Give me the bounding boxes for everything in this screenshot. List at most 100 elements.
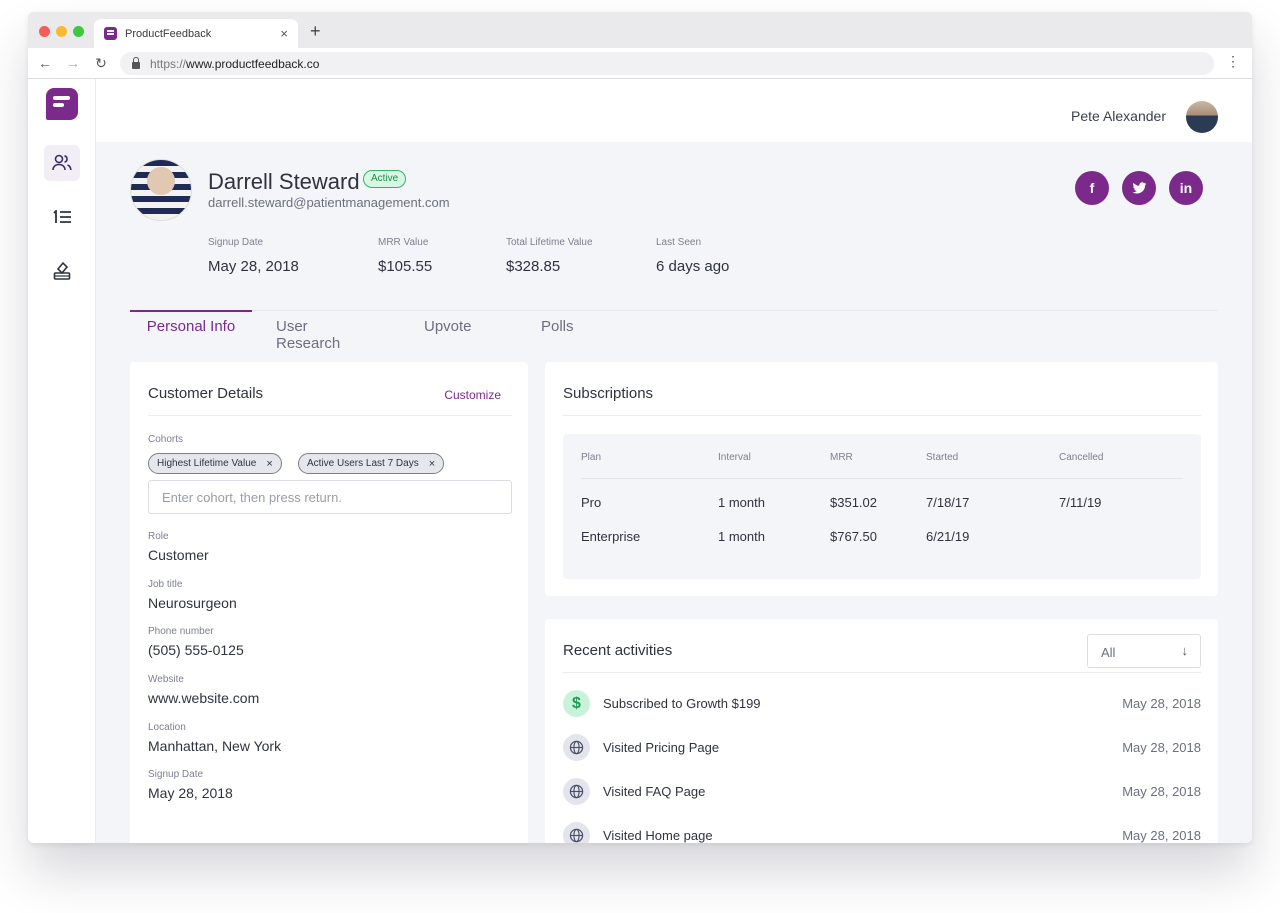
facebook-button[interactable]: f: [1075, 171, 1109, 205]
stat-value: $105.55: [378, 258, 433, 275]
website-label: Website: [148, 674, 184, 685]
card-title: Subscriptions: [563, 385, 654, 402]
signup-date-value: May 28, 2018: [148, 785, 233, 801]
twitter-button[interactable]: [1122, 171, 1156, 205]
table-cell: 7/11/19: [1059, 495, 1102, 510]
twitter-icon: [1132, 181, 1146, 194]
table-cell: Pro: [581, 495, 602, 510]
signup-date-label: Signup Date: [148, 769, 204, 780]
stat-lifetime-value: Total Lifetime Value $328.85: [506, 237, 593, 275]
globe-icon: [563, 734, 590, 761]
chip-label: Active Users Last 7 Days: [307, 458, 419, 469]
tab-title: ProductFeedback: [125, 27, 212, 40]
linkedin-button[interactable]: in: [1169, 171, 1203, 205]
chip-label: Highest Lifetime Value: [157, 458, 257, 469]
tab-close-icon[interactable]: ×: [280, 26, 288, 41]
card-title: Recent activities: [563, 642, 673, 659]
subscriptions-table: Plan Interval MRR Started Cancelled Pro …: [563, 434, 1201, 579]
browser-toolbar: ← → ↻ https:// www.productfeedback.co ⋮: [28, 48, 1252, 79]
tab-upvote[interactable]: Upvote: [424, 310, 472, 342]
table-cell: Enterprise: [581, 529, 641, 544]
card-divider: [563, 415, 1201, 416]
numbered-list-icon: [53, 210, 71, 223]
table-cell: 7/18/17: [926, 495, 970, 510]
tab-polls[interactable]: Polls: [541, 310, 574, 342]
cohort-chip: Highest Lifetime Value ×: [148, 453, 282, 474]
column-header: Plan: [581, 452, 602, 463]
linkedin-icon: in: [1179, 180, 1193, 196]
sidebar-item-voting[interactable]: [44, 253, 80, 289]
table-cell: 1 month: [718, 529, 765, 544]
activity-date: May 28, 2018: [1122, 740, 1201, 755]
arrow-down-icon: ↓: [1181, 643, 1189, 658]
table-header-divider: [581, 478, 1183, 479]
stat-label: Signup Date: [208, 237, 264, 248]
stat-mrr-value: MRR Value $105.55: [378, 237, 432, 275]
current-user-avatar[interactable]: [1186, 101, 1218, 133]
role-value: Customer: [148, 547, 209, 563]
current-user-name[interactable]: Pete Alexander: [1071, 108, 1166, 124]
browser-window: ProductFeedback × + ← → ↻ https:// www.p…: [28, 12, 1252, 843]
window-maximize-dot[interactable]: [73, 26, 84, 37]
stat-value: $328.85: [506, 258, 561, 275]
sidebar: [28, 79, 96, 843]
sidebar-item-users[interactable]: [44, 145, 80, 181]
app-logo[interactable]: [46, 88, 78, 120]
customize-link[interactable]: Customize: [444, 388, 501, 402]
sidebar-item-list[interactable]: [44, 199, 80, 235]
url-host: www.productfeedback.co: [186, 56, 320, 71]
lock-icon: [132, 57, 140, 69]
window-close-dot[interactable]: [39, 26, 50, 37]
card-divider: [148, 415, 512, 416]
activity-date: May 28, 2018: [1122, 696, 1201, 711]
table-cell: $767.50: [830, 529, 877, 544]
column-header: Cancelled: [1059, 452, 1104, 463]
column-header: MRR: [830, 452, 853, 463]
facebook-icon: f: [1089, 180, 1095, 196]
stat-label: Total Lifetime Value: [506, 237, 593, 248]
stat-value: May 28, 2018: [208, 258, 299, 275]
tab-user-research[interactable]: User Research: [276, 310, 340, 352]
activity-date: May 28, 2018: [1122, 784, 1201, 799]
favicon-icon: [104, 27, 117, 40]
reload-button[interactable]: ↻: [90, 52, 112, 74]
cohort-chip: Active Users Last 7 Days ×: [298, 453, 445, 474]
phone-value: (505) 555-0125: [148, 642, 244, 658]
profile-email[interactable]: darrell.steward@patientmanagement.com: [208, 195, 450, 210]
window-minimize-dot[interactable]: [56, 26, 67, 37]
filter-value: All: [1101, 645, 1116, 660]
globe-icon: [563, 822, 590, 843]
cohorts-label: Cohorts: [148, 434, 184, 445]
browser-menu-icon[interactable]: ⋮: [1226, 54, 1240, 68]
stat-label: Last Seen: [656, 237, 702, 248]
activity-text: Visited Home page: [603, 828, 713, 843]
location-value: Manhattan, New York: [148, 738, 282, 754]
activity-date: May 28, 2018: [1122, 828, 1201, 843]
recent-activities-card: Recent activities All ↓ $ Subscribed to …: [545, 619, 1218, 843]
table-cell: 1 month: [718, 495, 765, 510]
cohort-input[interactable]: [148, 480, 512, 514]
chip-remove-icon[interactable]: ×: [266, 458, 272, 470]
app-topbar: Pete Alexander: [96, 79, 1252, 142]
address-bar[interactable]: https:// www.productfeedback.co: [120, 52, 1214, 75]
stat-value: 6 days ago: [656, 258, 730, 275]
activity-filter-select[interactable]: All ↓: [1087, 634, 1201, 668]
tab-personal-info[interactable]: Personal Info: [130, 310, 252, 342]
browser-tabbar: ProductFeedback × +: [28, 12, 1252, 48]
card-divider: [563, 672, 1201, 673]
users-icon: [52, 154, 72, 171]
chip-remove-icon[interactable]: ×: [429, 458, 435, 470]
website-value[interactable]: www.website.com: [148, 690, 259, 706]
globe-icon: [563, 778, 590, 805]
table-cell: $351.02: [830, 495, 877, 510]
new-tab-button[interactable]: +: [310, 21, 321, 42]
job-title-value: Neurosurgeon: [148, 595, 237, 611]
back-button[interactable]: ←: [34, 52, 56, 74]
profile-name: Darrell Steward: [208, 169, 360, 194]
column-header: Started: [926, 452, 959, 463]
stat-label: MRR Value: [378, 237, 429, 248]
forward-button[interactable]: →: [62, 52, 84, 74]
browser-tab[interactable]: ProductFeedback ×: [94, 19, 298, 48]
subscriptions-card: Subscriptions Plan Interval MRR Started …: [545, 362, 1218, 596]
status-badge: Active: [363, 170, 407, 188]
